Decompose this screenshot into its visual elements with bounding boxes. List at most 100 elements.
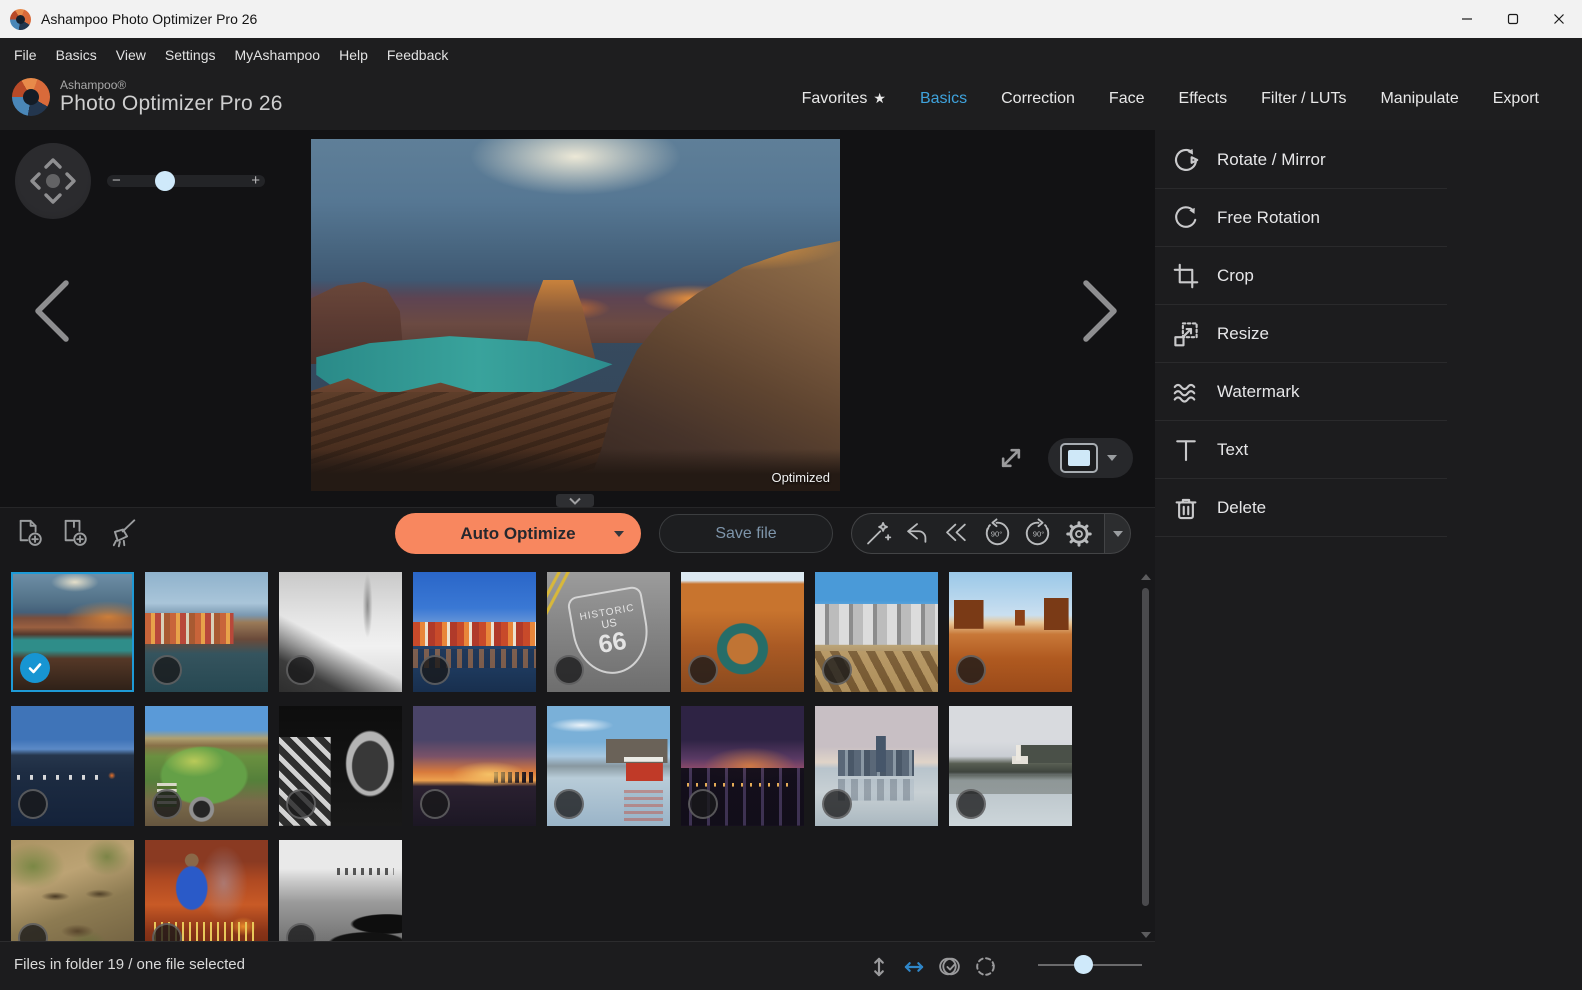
selection-circle[interactable] (18, 789, 48, 819)
zoom-in-icon[interactable]: + (246, 176, 265, 186)
rotate-left-90-icon[interactable]: 90° (981, 518, 1012, 549)
selection-circle[interactable] (822, 655, 852, 685)
fullscreen-icon[interactable] (994, 441, 1028, 475)
selection-circle[interactable] (152, 655, 182, 685)
sidebar-item-free-rotation[interactable]: Free Rotation (1155, 189, 1447, 247)
selection-circle[interactable] (822, 789, 852, 819)
menu-basics[interactable]: Basics (56, 47, 97, 63)
thumbnail-fog-bridge-bw[interactable] (279, 572, 402, 692)
next-image-button[interactable] (1080, 278, 1122, 349)
selection-circle[interactable] (286, 923, 316, 942)
compare-view-button[interactable] (1048, 438, 1133, 478)
thumbnail-buddha-statue[interactable] (11, 840, 134, 942)
selected-check-icon[interactable] (20, 653, 50, 683)
close-button[interactable] (1536, 0, 1582, 38)
thumbnail-size-slider-thumb[interactable] (1074, 955, 1093, 974)
thumbnail-monument-valley[interactable] (949, 572, 1072, 692)
thumbnail-green-truck[interactable] (145, 706, 268, 826)
menu-feedback[interactable]: Feedback (387, 47, 448, 63)
tab-effects[interactable]: Effects (1179, 90, 1228, 108)
menu-file[interactable]: File (14, 47, 37, 63)
tab-favorites[interactable]: Favorites★ (802, 90, 886, 108)
pan-control[interactable] (15, 143, 91, 219)
scrollbar-thumb[interactable] (1142, 588, 1149, 906)
thumbnail-canyon-lake[interactable] (11, 572, 134, 692)
collapse-preview-tab[interactable] (556, 494, 594, 507)
sidebar-item-rotate-mirror[interactable]: Rotate / Mirror (1155, 130, 1447, 189)
selection-circle[interactable] (420, 789, 450, 819)
add-folder-button[interactable] (59, 517, 90, 553)
thumbnail-mailboxes[interactable] (815, 572, 938, 692)
clear-list-broom-icon[interactable] (104, 517, 138, 553)
thumbnail-incense-offering[interactable] (145, 840, 268, 942)
thumbnail-stairs-archway-bw[interactable] (279, 706, 402, 826)
selection-circle[interactable] (152, 923, 182, 942)
selection-circle[interactable] (554, 789, 584, 819)
zoom-out-icon[interactable]: − (107, 176, 126, 186)
scrollbar-up-arrow[interactable] (1141, 574, 1151, 580)
sidebar-item-delete[interactable]: Delete (1155, 479, 1447, 537)
selection-circle[interactable] (152, 789, 182, 819)
zoom-slider-thumb[interactable] (155, 171, 175, 191)
tab-filter-luts[interactable]: Filter / LUTs (1261, 90, 1346, 108)
magic-wand-icon[interactable] (863, 519, 892, 548)
rotate-right-90-icon[interactable]: 90° (1023, 518, 1054, 549)
previous-image-button[interactable] (30, 278, 72, 349)
sidebar-item-watermark[interactable]: Watermark (1155, 363, 1447, 421)
add-images-button[interactable] (14, 517, 45, 553)
selection-circle[interactable] (956, 655, 986, 685)
thumbnail-route-66[interactable]: HISTORIC US 66 (547, 572, 670, 692)
thumbnail-red-boathouse[interactable] (547, 706, 670, 826)
undo-all-icon[interactable] (942, 519, 971, 548)
refresh-dashed-icon[interactable] (972, 953, 999, 980)
thumbnail-city-night[interactable] (681, 706, 804, 826)
tab-face[interactable]: Face (1109, 90, 1145, 108)
edit-actions-dropdown[interactable] (1104, 513, 1131, 554)
select-optimized-icon[interactable] (936, 953, 963, 980)
tab-correction[interactable]: Correction (1001, 90, 1075, 108)
gear-icon[interactable] (1064, 519, 1094, 549)
menu-settings[interactable]: Settings (165, 47, 216, 63)
tab-manipulate[interactable]: Manipulate (1380, 90, 1458, 108)
selection-circle[interactable] (688, 789, 718, 819)
brand-large-text: Photo Optimizer Pro 26 (60, 92, 283, 115)
undo-icon[interactable] (902, 519, 931, 548)
chevron-down-icon[interactable] (1107, 455, 1117, 461)
thumbnail-lofoten-harbor[interactable] (11, 706, 134, 826)
preview-panel: − + Optimized (0, 130, 1155, 507)
selection-circle[interactable] (420, 655, 450, 685)
sidebar-item-crop[interactable]: Crop (1155, 247, 1447, 305)
selection-circle[interactable] (18, 923, 48, 942)
optimized-badge: Optimized (771, 470, 830, 485)
fit-width-icon[interactable] (901, 954, 927, 980)
auto-optimize-button[interactable]: Auto Optimize (395, 513, 641, 554)
save-file-button[interactable]: Save file (659, 514, 833, 553)
chevron-down-icon[interactable] (614, 531, 624, 537)
menu-myashampoo[interactable]: MyAshampoo (234, 47, 320, 63)
menu-view[interactable]: View (116, 47, 146, 63)
thumbnail-horseshoe-bend[interactable] (681, 572, 804, 692)
tab-basics[interactable]: Basics (920, 90, 967, 108)
zoom-slider[interactable]: − + (107, 175, 265, 187)
thumbnail-harbor-boathouses[interactable] (413, 572, 536, 692)
thumbnail-sunset-bay[interactable] (413, 706, 536, 826)
selection-circle[interactable] (286, 655, 316, 685)
selection-circle[interactable] (554, 655, 584, 685)
thumbnail-manarola-village[interactable] (145, 572, 268, 692)
selection-circle[interactable] (688, 655, 718, 685)
fit-height-icon[interactable] (866, 954, 892, 980)
sidebar-item-resize[interactable]: Resize (1155, 305, 1447, 363)
minimize-button[interactable] (1444, 0, 1490, 38)
thumbnail-lake-bled-church[interactable] (949, 706, 1072, 826)
selection-circle[interactable] (286, 789, 316, 819)
sidebar-item-text[interactable]: Text (1155, 421, 1447, 479)
thumbnail-venice-gondolas-bw[interactable] (279, 840, 402, 942)
resize-icon (1155, 319, 1217, 349)
selection-circle[interactable] (956, 789, 986, 819)
menu-help[interactable]: Help (339, 47, 368, 63)
thumbnail-skyline-reflection[interactable] (815, 706, 938, 826)
maximize-button[interactable] (1490, 0, 1536, 38)
scrollbar-down-arrow[interactable] (1141, 932, 1151, 938)
files-count-text: Files in folder 19 / one file selected (14, 956, 245, 973)
tab-export[interactable]: Export (1493, 90, 1539, 108)
